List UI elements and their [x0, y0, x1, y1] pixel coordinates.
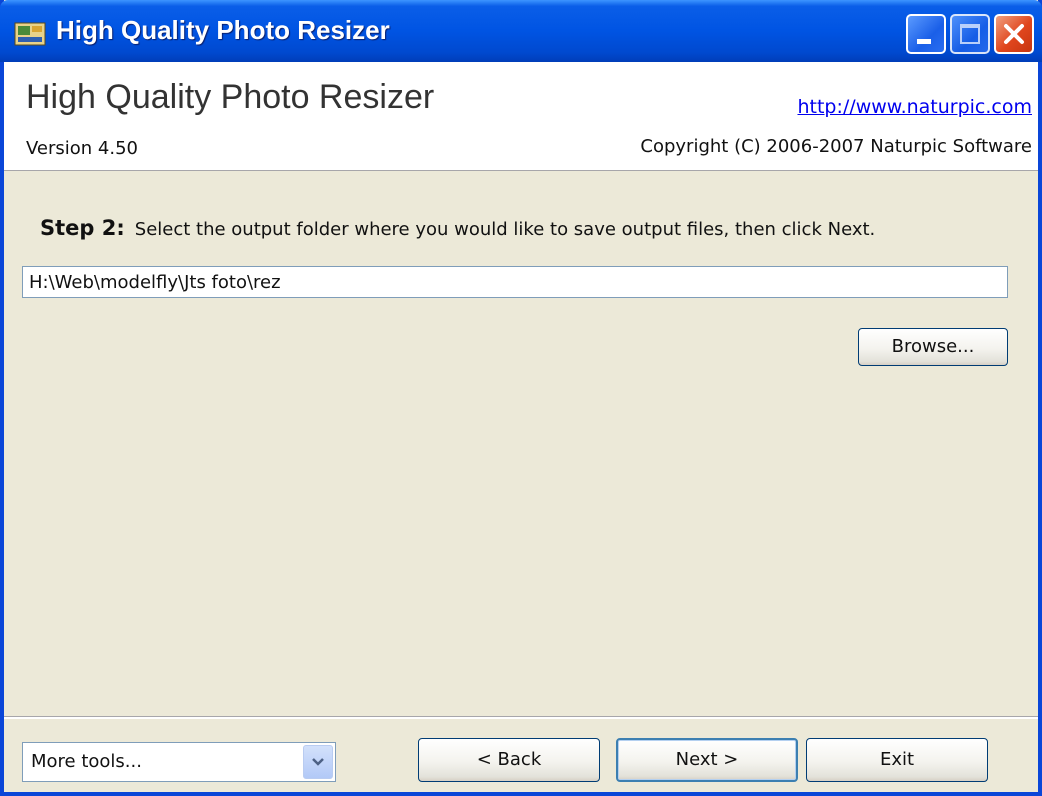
- maximize-icon: [960, 24, 980, 44]
- step-label: Step 2:: [40, 216, 125, 240]
- app-header: High Quality Photo Resizer http://www.na…: [4, 62, 1038, 171]
- step-text: Select the output folder where you would…: [134, 219, 876, 240]
- version-label: Version 4.50: [26, 138, 138, 159]
- browse-button[interactable]: Browse...: [858, 328, 1008, 366]
- window-title: High Quality Photo Resizer: [56, 15, 390, 45]
- step-instruction: Step 2: Select the output folder where yo…: [40, 216, 875, 240]
- minimize-icon: [917, 39, 931, 44]
- title-bar[interactable]: High Quality Photo Resizer: [0, 0, 1042, 62]
- app-heading: High Quality Photo Resizer: [26, 78, 435, 116]
- resizer-app-icon: [14, 22, 46, 46]
- footer-divider: [4, 716, 1038, 719]
- close-icon: [1004, 24, 1024, 44]
- maximize-button[interactable]: [950, 14, 990, 54]
- next-button[interactable]: Next >: [616, 738, 798, 782]
- chevron-down-icon: [312, 758, 324, 766]
- exit-button[interactable]: Exit: [806, 738, 988, 782]
- output-folder-input[interactable]: [22, 266, 1008, 298]
- more-tools-value: More tools...: [31, 751, 142, 772]
- app-window: High Quality Photo Resizer High Quality …: [0, 0, 1042, 796]
- more-tools-dropdown[interactable]: More tools...: [22, 742, 336, 782]
- back-button[interactable]: < Back: [418, 738, 600, 782]
- close-button[interactable]: [994, 14, 1034, 54]
- dropdown-arrow-button[interactable]: [303, 745, 333, 779]
- website-link[interactable]: http://www.naturpic.com: [797, 96, 1032, 118]
- copyright-label: Copyright (C) 2006-2007 Naturpic Softwar…: [640, 136, 1032, 157]
- minimize-button[interactable]: [906, 14, 946, 54]
